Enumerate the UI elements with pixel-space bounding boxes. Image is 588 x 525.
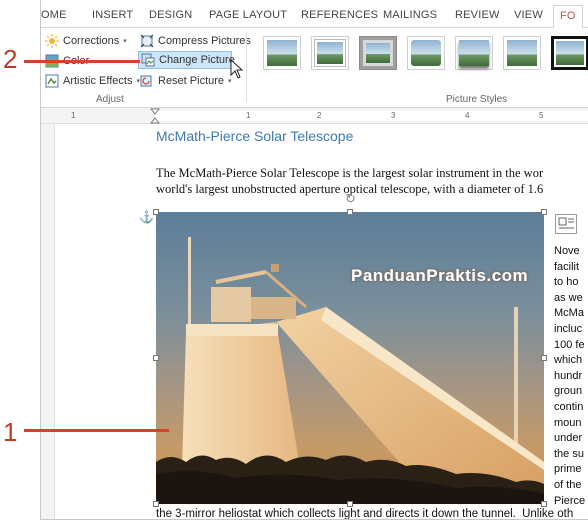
- tab-review[interactable]: REVIEW: [455, 9, 500, 21]
- resize-handle[interactable]: [153, 355, 159, 361]
- resize-handle[interactable]: [153, 209, 159, 215]
- wrapped-line: as we: [554, 291, 583, 304]
- tab-design[interactable]: DESIGN: [149, 9, 192, 21]
- tab-home[interactable]: OME: [41, 9, 67, 21]
- document-heading[interactable]: McMath-Pierce Solar Telescope: [156, 128, 353, 144]
- continuation-line[interactable]: the 3-mirror heliostat which collects li…: [156, 508, 574, 520]
- wrapped-line: which: [554, 354, 583, 367]
- ruler-number: 3: [391, 111, 396, 120]
- reset-picture-icon: [140, 74, 154, 88]
- tab-references[interactable]: REFERENCES: [301, 9, 378, 21]
- screenshot-stage: OME INSERT DESIGN PAGE LAYOUT REFERENCES…: [0, 0, 588, 525]
- resize-handle[interactable]: [153, 501, 159, 507]
- paragraph-line: world's largest unobstructed aperture op…: [156, 182, 544, 196]
- corrections-label: Corrections: [63, 35, 120, 47]
- ribbon-body: Corrections ▾ Color Artistic Effects ▾: [41, 28, 588, 108]
- ruler-number: 1: [71, 111, 76, 120]
- wrapped-line: prime: [554, 463, 582, 476]
- picture-style-thumb[interactable]: [503, 36, 541, 70]
- telescope-photo[interactable]: [156, 212, 544, 504]
- picture-style-thumb[interactable]: [407, 36, 445, 70]
- wrapped-line: of the: [554, 478, 582, 491]
- callout-line-2: [24, 60, 140, 63]
- callout-line-1: [24, 429, 169, 432]
- word-window: OME INSERT DESIGN PAGE LAYOUT REFERENCES…: [40, 0, 588, 520]
- picture-style-thumb-selected[interactable]: [359, 36, 397, 70]
- document-canvas[interactable]: McMath-Pierce Solar Telescope The McMath…: [41, 124, 588, 520]
- wrapped-line: Nove: [554, 245, 580, 257]
- change-picture-label: Change Picture: [159, 54, 235, 66]
- tab-page-layout[interactable]: PAGE LAYOUT: [209, 9, 287, 21]
- ruler-number: 2: [317, 111, 322, 120]
- picture-styles-group-label: Picture Styles: [446, 94, 508, 105]
- resize-handle[interactable]: [347, 209, 353, 215]
- wrapped-line: Pierce: [554, 494, 586, 507]
- tab-mailings[interactable]: MAILINGS: [383, 9, 437, 21]
- change-picture-button[interactable]: Change Picture: [138, 51, 235, 69]
- wrapped-line: facilit: [554, 260, 580, 273]
- site-watermark: PanduanPraktis.com: [351, 266, 529, 285]
- wrapped-line: contin: [554, 400, 584, 413]
- artistic-effects-button[interactable]: Artistic Effects ▾: [45, 72, 140, 90]
- callout-number-2: 2: [3, 44, 18, 74]
- ribbon-tab-bar: OME INSERT DESIGN PAGE LAYOUT REFERENCES…: [41, 0, 588, 29]
- wrapped-line: McMa: [554, 307, 584, 320]
- caption-text: the 3-mirror heliostat which collects li…: [156, 508, 516, 520]
- wrapped-line: the su: [554, 447, 584, 460]
- rotate-handle-icon[interactable]: ↻: [345, 191, 356, 207]
- anchor-icon[interactable]: ⚓: [139, 210, 154, 224]
- horizontal-ruler[interactable]: 1 1 2 3 4 5: [41, 108, 588, 124]
- wrapped-line: groun: [554, 385, 583, 398]
- sun-icon: [45, 34, 59, 48]
- tab-view[interactable]: VIEW: [514, 9, 543, 21]
- artistic-effects-icon: [45, 74, 59, 88]
- resize-handle[interactable]: [541, 501, 547, 507]
- indent-marker-icon[interactable]: [150, 108, 160, 124]
- artistic-effects-label: Artistic Effects: [63, 75, 133, 87]
- picture-style-thumb[interactable]: [551, 36, 588, 70]
- compress-pictures-label: Compress Pictures: [158, 35, 251, 47]
- compress-icon: [140, 34, 154, 48]
- group-divider: [246, 32, 247, 102]
- wrapped-line: incluc: [554, 322, 583, 335]
- resize-handle[interactable]: [541, 355, 547, 361]
- wrapped-line: under: [554, 432, 583, 445]
- tab-insert[interactable]: INSERT: [92, 9, 133, 21]
- compress-pictures-button[interactable]: Compress Pictures: [140, 32, 251, 50]
- telescope-illustration: [156, 237, 544, 504]
- wrapped-text-column[interactable]: Nove facilit to ho as we McMa incluc 100…: [554, 244, 585, 509]
- layout-options-icon[interactable]: [555, 214, 577, 234]
- caption-text-tail: Unlike oth: [522, 508, 574, 520]
- wrapped-line: moun: [554, 416, 582, 429]
- picture-style-thumb[interactable]: [311, 36, 349, 70]
- picture-style-thumb[interactable]: [455, 36, 493, 70]
- reset-picture-button[interactable]: Reset Picture ▾: [140, 72, 232, 90]
- corrections-button[interactable]: Corrections ▾: [45, 32, 127, 50]
- paragraph-line: The McMath-Pierce Solar Telescope is the…: [156, 166, 544, 180]
- wrapped-line: hundr: [554, 369, 583, 382]
- picture-style-thumb[interactable]: [263, 36, 301, 70]
- callout-number-1: 1: [3, 417, 18, 447]
- mouse-pointer-icon: [230, 59, 244, 79]
- resize-handle[interactable]: [347, 501, 353, 507]
- wrapped-line: to ho: [554, 276, 579, 289]
- ruler-number: 1: [246, 111, 251, 120]
- resize-handle[interactable]: [541, 209, 547, 215]
- ruler-number: 5: [539, 111, 544, 120]
- reset-picture-label: Reset Picture: [158, 75, 225, 87]
- body-paragraph[interactable]: The McMath-Pierce Solar Telescope is the…: [156, 165, 588, 197]
- wrapped-line: 100 fe: [554, 338, 585, 351]
- tab-format[interactable]: FO: [553, 5, 583, 29]
- ruler-number: 4: [465, 111, 470, 120]
- change-picture-icon: [141, 53, 155, 67]
- vertical-ruler[interactable]: [41, 124, 55, 519]
- chevron-down-icon: ▾: [123, 38, 127, 45]
- adjust-group-label: Adjust: [96, 94, 124, 105]
